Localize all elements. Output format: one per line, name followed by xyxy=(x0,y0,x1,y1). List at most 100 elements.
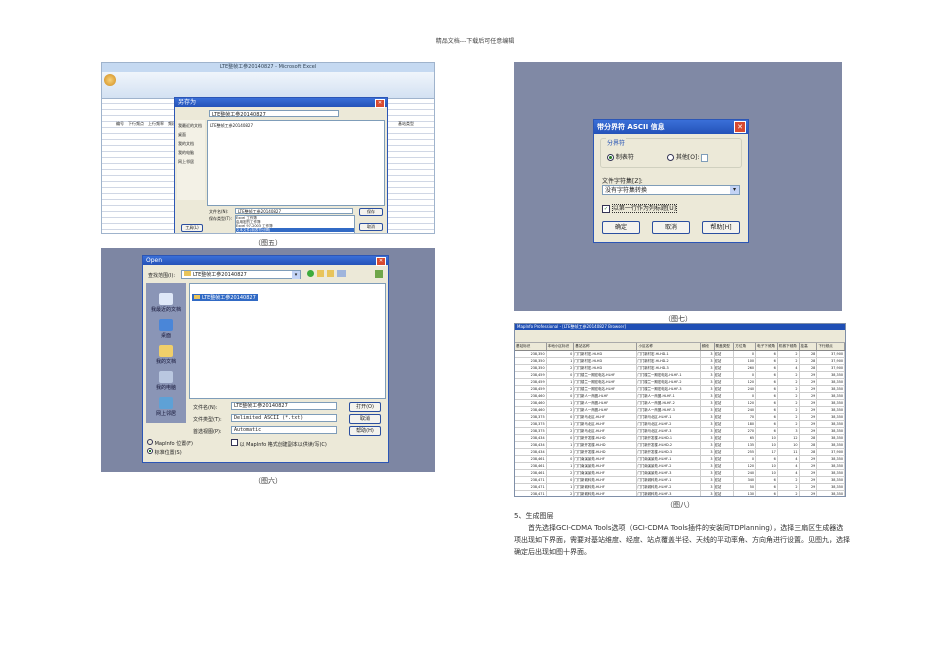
table-row[interactable]: 238,375 0 门门新马北区-HLHF 门门新马北区-HLHF-1 3 宏站 70 6 2 2… xyxy=(515,414,845,421)
place-computer[interactable]: 我的电脑 xyxy=(146,371,186,391)
table-cell: 2 xyxy=(778,400,800,406)
ok-button[interactable]: 确定 xyxy=(602,221,640,234)
place-documents[interactable]: 我的文档 xyxy=(146,345,186,365)
new-folder-icon[interactable] xyxy=(327,270,334,277)
table-cell: 238,350 xyxy=(515,351,547,357)
table-header-cell[interactable]: 挂高 xyxy=(800,343,818,350)
radio-other[interactable]: 其他[O]: xyxy=(667,152,709,162)
preview-icon[interactable] xyxy=(375,270,383,278)
cancel-button[interactable]: 取消 xyxy=(349,414,381,424)
table-header-cell[interactable]: 方位角 xyxy=(734,343,757,350)
cancel-button[interactable]: 取消 xyxy=(359,223,383,231)
table-row[interactable]: 238,375 1 门门新马北区-HLHF 门门新马北区-HLHF-2 3 宏站 180 6 2… xyxy=(515,421,845,428)
chevron-down-icon[interactable]: ▾ xyxy=(292,271,300,279)
save-type-dropdown[interactable]: Excel 工作簿 启用宏的工作簿 Excel 97-2003 工作簿 文本文件… xyxy=(235,215,355,233)
place-network[interactable]: 网上邻居 xyxy=(178,159,204,165)
table-header-cell[interactable]: 电子下倾角 xyxy=(756,343,778,350)
table-row[interactable]: 238,375 2 门门新马北区-HLHF 门门新马北区-HLHF-3 3 宏站 270 6 3… xyxy=(515,428,845,435)
copy-checkbox[interactable]: 以 MapInfo 格式创建副本以供读/写(C) xyxy=(231,439,327,448)
table-row[interactable]: 238,459 1 门门楼兰一期宏电站-HLHF 门门楼兰一期宏电站-HLHF-2 3 宏… xyxy=(515,379,845,386)
place-computer[interactable]: 我的电脑 xyxy=(178,150,204,156)
table-row[interactable]: 238,471 2 门门新城科苑-HLHF 门门新城科苑-HLHF-3 3 宏站 130 6 2… xyxy=(515,491,845,496)
place-network[interactable]: 网上邻居 xyxy=(146,397,186,417)
table-row[interactable]: 238,460 1 门门新人一商圈-HLHF 门门新人一商圈-HLHF-2 3 宏站 120… xyxy=(515,400,845,407)
file-item[interactable]: LTE整帧工参20140827 xyxy=(192,294,258,301)
table-header-cell[interactable]: 基站名称 xyxy=(574,343,638,350)
table-cell: 37,900 xyxy=(817,449,845,455)
table-cell: 29 xyxy=(800,400,818,406)
table-row[interactable]: 238,471 0 门门新城科苑-HLHF 门门新城科苑-HLHF-1 3 宏站 340 6 2… xyxy=(515,477,845,484)
table-cell: 29 xyxy=(800,463,818,469)
header-checkbox[interactable]: ✓ 以第一行作为列标题[U] xyxy=(602,203,677,213)
table-row[interactable]: 238,434 1 门门新开发楼-HLHD 门门新开发楼-HLHD-2 3 宏站 135 10… xyxy=(515,442,845,449)
close-icon[interactable]: ✕ xyxy=(734,121,746,133)
close-icon[interactable]: ✕ xyxy=(375,99,385,108)
table-cell: 门门南溪景苑-HLHF xyxy=(574,470,638,476)
table-cell: 6 xyxy=(756,484,778,490)
table-row[interactable]: 238,461 2 门门南溪景苑-HLHF 门门南溪景苑-HLHF-3 3 宏站 240 10… xyxy=(515,470,845,477)
radio-tab[interactable]: 制表符 xyxy=(607,152,634,161)
table-row[interactable]: 238,461 0 门门南溪景苑-HLHF 门门南溪景苑-HLHF-1 3 宏站 0 6 4 29… xyxy=(515,456,845,463)
save-button[interactable]: 保存 xyxy=(359,208,383,216)
table-row[interactable]: 238,434 0 门门新开发楼-HLHD 门门新开发楼-HLHD-1 3 宏站 65 10 1… xyxy=(515,435,845,442)
help-button[interactable]: 帮助(H) xyxy=(349,426,381,436)
pref-view-select[interactable]: Automatic xyxy=(231,426,337,434)
figure-8: MapInfo Professional - [LTE整帧工参20140827 … xyxy=(514,323,846,497)
table-header-cell[interactable]: 机械下倾角 xyxy=(778,343,800,350)
table-cell: 12 xyxy=(778,435,800,441)
delimiter-group: 分界符 制表符 其他[O]: xyxy=(600,138,742,168)
place-desktop[interactable]: 桌面 xyxy=(178,132,204,138)
table-row[interactable]: 238,434 2 门门新开发楼-HLHD 门门新开发楼-HLHD-3 3 宏站 255 17… xyxy=(515,449,845,456)
table-cell: 门门新马北区-HLHF-2 xyxy=(637,421,701,427)
table-header-cell[interactable]: 频段 xyxy=(701,343,715,350)
file-name-field[interactable]: LTE整帧工参20140827 xyxy=(235,208,353,214)
radio-mapinfo-location[interactable]: MapInfo 位置(F) xyxy=(147,439,193,447)
table-cell: 6 xyxy=(756,428,778,434)
up-folder-icon[interactable] xyxy=(317,270,324,277)
place-recent[interactable]: 我最近的文档 xyxy=(146,293,186,313)
table-header-cell[interactable]: 基站标识 xyxy=(515,343,547,350)
place-desktop[interactable]: 桌面 xyxy=(146,319,186,339)
radio-standard-location[interactable]: 标准位置(S) xyxy=(147,448,182,456)
folder-icon xyxy=(184,271,191,276)
table-cell: 3 xyxy=(701,491,715,496)
table-row[interactable]: 238,459 2 门门楼兰一期宏电站-HLHF 门门楼兰一期宏电站-HLHF-3 3 宏… xyxy=(515,386,845,393)
table-row[interactable]: 238,460 0 门门新人一商圈-HLHF 门门新人一商圈-HLHF-1 3 宏站 0 6 2… xyxy=(515,393,845,400)
open-button[interactable]: 打开(O) xyxy=(349,402,381,412)
table-header-cell[interactable]: 小区名称 xyxy=(637,343,701,350)
back-icon[interactable] xyxy=(307,270,314,277)
look-in-select[interactable]: LTE整帧工参20140827 ▾ xyxy=(181,270,301,279)
charset-select[interactable]: 没有字符集转换 ▾ xyxy=(602,185,740,195)
tools-button[interactable]: 工具(L) xyxy=(181,224,203,232)
other-delimiter-input[interactable] xyxy=(701,153,709,162)
table-header-cell[interactable]: 本地小区标识 xyxy=(547,343,575,350)
save-in-select[interactable]: LTE整帧工参20140827 xyxy=(209,110,339,118)
type-option-selected[interactable]: 文本文件(制表符分隔) xyxy=(236,228,354,232)
place-recent[interactable]: 我最近的文档 xyxy=(178,123,204,129)
folder-item[interactable]: LTE整帧工参20140827 xyxy=(210,123,382,129)
table-row[interactable]: 238,350 1 门门新村宏-HLHD 门门新村宏-HLHD-2 3 宏站 100 6 2 28… xyxy=(515,358,845,365)
close-icon[interactable]: ✕ xyxy=(376,257,386,266)
place-documents[interactable]: 我的文档 xyxy=(178,141,204,147)
views-menu-icon[interactable] xyxy=(337,270,346,277)
file-name-field[interactable]: LTE整帧工参20140827 xyxy=(231,402,337,410)
table-row[interactable]: 238,350 2 门门新村宏-HLHD 门门新村宏-HLHD-3 3 宏站 260 6 4 28… xyxy=(515,365,845,372)
file-type-select[interactable]: Delimited ASCII (*.txt) xyxy=(231,414,337,422)
table-cell: 2 xyxy=(778,393,800,399)
radio-label: 其他[O]: xyxy=(675,154,700,161)
help-button[interactable]: 帮助[H] xyxy=(702,221,740,234)
table-row[interactable]: 238,461 1 门门南溪景苑-HLHF 门门南溪景苑-HLHF-2 3 宏站 120 10… xyxy=(515,463,845,470)
table-header-cell[interactable]: 下行频点 xyxy=(817,343,845,350)
table-row[interactable]: 238,350 0 门门新村宏-HLHD 门门新村宏-HLHD-1 3 宏站 0 6 2 28 37… xyxy=(515,351,845,358)
table-row[interactable]: 238,459 0 门门楼兰一期宏电站-HLHF 门门楼兰一期宏电站-HLHF-1 3 宏… xyxy=(515,372,845,379)
table-row[interactable]: 238,471 1 门门新城科苑-HLHF 门门新城科苑-HLHF-2 3 宏站 50 6 2 2… xyxy=(515,484,845,491)
table-header-cell[interactable]: 覆盖类型 xyxy=(715,343,735,350)
table-cell: 29 xyxy=(800,379,818,385)
chevron-down-icon[interactable]: ▾ xyxy=(730,186,739,194)
cancel-button[interactable]: 取消 xyxy=(652,221,690,234)
table-cell: 门门新人一商圈-HLHF xyxy=(574,400,638,406)
save-file-list: LTE整帧工参20140827 xyxy=(207,120,385,206)
table-row[interactable]: 238,460 2 门门新人一商圈-HLHF 门门新人一商圈-HLHF-3 3 宏站 240… xyxy=(515,407,845,414)
table-cell: 38,350 xyxy=(817,470,845,476)
office-button-icon[interactable] xyxy=(104,74,116,86)
